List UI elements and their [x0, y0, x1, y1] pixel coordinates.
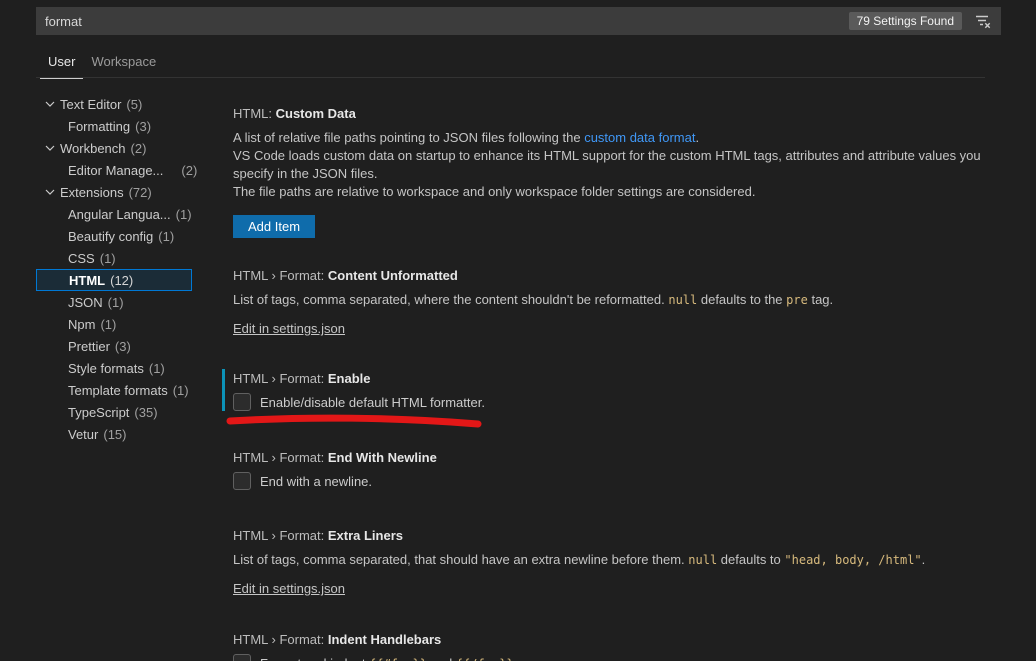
- checkbox-format-enable[interactable]: [233, 393, 251, 411]
- red-underline-annotation: [226, 413, 486, 433]
- code-token: null: [668, 293, 697, 307]
- setting-format-extra-liners: HTML › Format: Extra Liners List of tags…: [233, 528, 1028, 596]
- setting-format-enable: HTML › Format: Enable Enable/disable def…: [222, 369, 1017, 411]
- setting-format-content-unformatted: HTML › Format: Content Unformatted List …: [233, 268, 1028, 336]
- setting-html-custom-data: HTML: Custom Data A list of relative fil…: [233, 106, 1028, 238]
- description-line: specify in the JSON files.: [233, 165, 1028, 183]
- tab-user[interactable]: User: [40, 54, 83, 79]
- code-token: {{#foo}}: [369, 657, 427, 661]
- tree-item-typescript[interactable]: TypeScript (35): [36, 401, 192, 423]
- setting-title: HTML › Format: Extra Liners: [233, 528, 1028, 543]
- tree-item-text-editor[interactable]: Text Editor (5): [36, 93, 192, 115]
- header-divider: [36, 77, 985, 78]
- results-count-badge: 79 Settings Found: [849, 12, 962, 30]
- setting-title: HTML › Format: Content Unformatted: [233, 268, 1028, 283]
- edit-in-settings-link[interactable]: Edit in settings.json: [233, 581, 345, 596]
- setting-format-indent-handlebars: HTML › Format: Indent Handlebars Format …: [233, 632, 1028, 661]
- tree-item-extensions[interactable]: Extensions (72): [36, 181, 192, 203]
- tree-item-template-formats[interactable]: Template formats (1): [36, 379, 192, 401]
- description-line: List of tags, comma separated, where the…: [233, 291, 1028, 309]
- tree-item-editor-management[interactable]: Editor Manage... (2): [36, 159, 192, 181]
- description-line: List of tags, comma separated, that shou…: [233, 551, 1028, 569]
- checkbox-indent-handlebars[interactable]: [233, 654, 251, 661]
- tree-item-style-formats[interactable]: Style formats (1): [36, 357, 192, 379]
- tree-item-workbench[interactable]: Workbench (2): [36, 137, 192, 159]
- chevron-down-icon: [42, 96, 58, 112]
- tree-item-vetur[interactable]: Vetur (15): [36, 423, 192, 445]
- code-token: null: [688, 553, 717, 567]
- setting-format-end-with-newline: HTML › Format: End With Newline End with…: [233, 450, 1028, 490]
- tree-item-beautify-config[interactable]: Beautify config (1): [36, 225, 192, 247]
- tree-item-formatting[interactable]: Formatting (3): [36, 115, 192, 137]
- setting-checkbox-row: Format and indent {{#foo}} and {{/foo}}.: [233, 654, 1028, 661]
- add-item-button[interactable]: Add Item: [233, 215, 315, 238]
- tree-item-angular-language[interactable]: Angular Langua... (1): [36, 203, 192, 225]
- description-line: A list of relative file paths pointing t…: [233, 129, 1028, 147]
- setting-title: HTML: Custom Data: [233, 106, 1028, 121]
- setting-description: List of tags, comma separated, where the…: [233, 291, 1028, 309]
- setting-title: HTML › Format: Enable: [233, 371, 1017, 386]
- scope-tabs: User Workspace: [40, 54, 164, 79]
- setting-title: HTML › Format: Indent Handlebars: [233, 632, 1028, 647]
- chevron-down-icon: [42, 184, 58, 200]
- search-input[interactable]: [45, 14, 849, 29]
- setting-description: A list of relative file paths pointing t…: [233, 129, 1028, 201]
- description-line: VS Code loads custom data on startup to …: [233, 147, 1028, 165]
- tree-item-css[interactable]: CSS (1): [36, 247, 192, 269]
- setting-description: List of tags, comma separated, that shou…: [233, 551, 1028, 569]
- settings-search-bar[interactable]: 79 Settings Found: [36, 7, 1001, 35]
- description-line: The file paths are relative to workspace…: [233, 183, 1028, 201]
- tree-item-json[interactable]: JSON (1): [36, 291, 192, 313]
- setting-checkbox-row: End with a newline.: [233, 472, 1028, 490]
- chevron-down-icon: [42, 140, 58, 156]
- settings-tree: Text Editor (5) Formatting (3) Workbench…: [36, 93, 192, 445]
- setting-checkbox-row: Enable/disable default HTML formatter.: [233, 393, 1017, 411]
- edit-in-settings-link[interactable]: Edit in settings.json: [233, 321, 345, 336]
- tree-item-html[interactable]: HTML (12): [36, 269, 192, 291]
- code-token: {{/foo}}: [456, 657, 514, 661]
- tab-workspace[interactable]: Workspace: [83, 54, 164, 79]
- filter-icon[interactable]: [971, 10, 995, 32]
- code-token: pre: [786, 293, 808, 307]
- custom-data-format-link[interactable]: custom data format: [584, 130, 695, 145]
- code-token: "head, body, /html": [784, 553, 921, 567]
- tree-item-prettier[interactable]: Prettier (3): [36, 335, 192, 357]
- tree-item-npm[interactable]: Npm (1): [36, 313, 192, 335]
- checkbox-end-with-newline[interactable]: [233, 472, 251, 490]
- setting-title: HTML › Format: End With Newline: [233, 450, 1028, 465]
